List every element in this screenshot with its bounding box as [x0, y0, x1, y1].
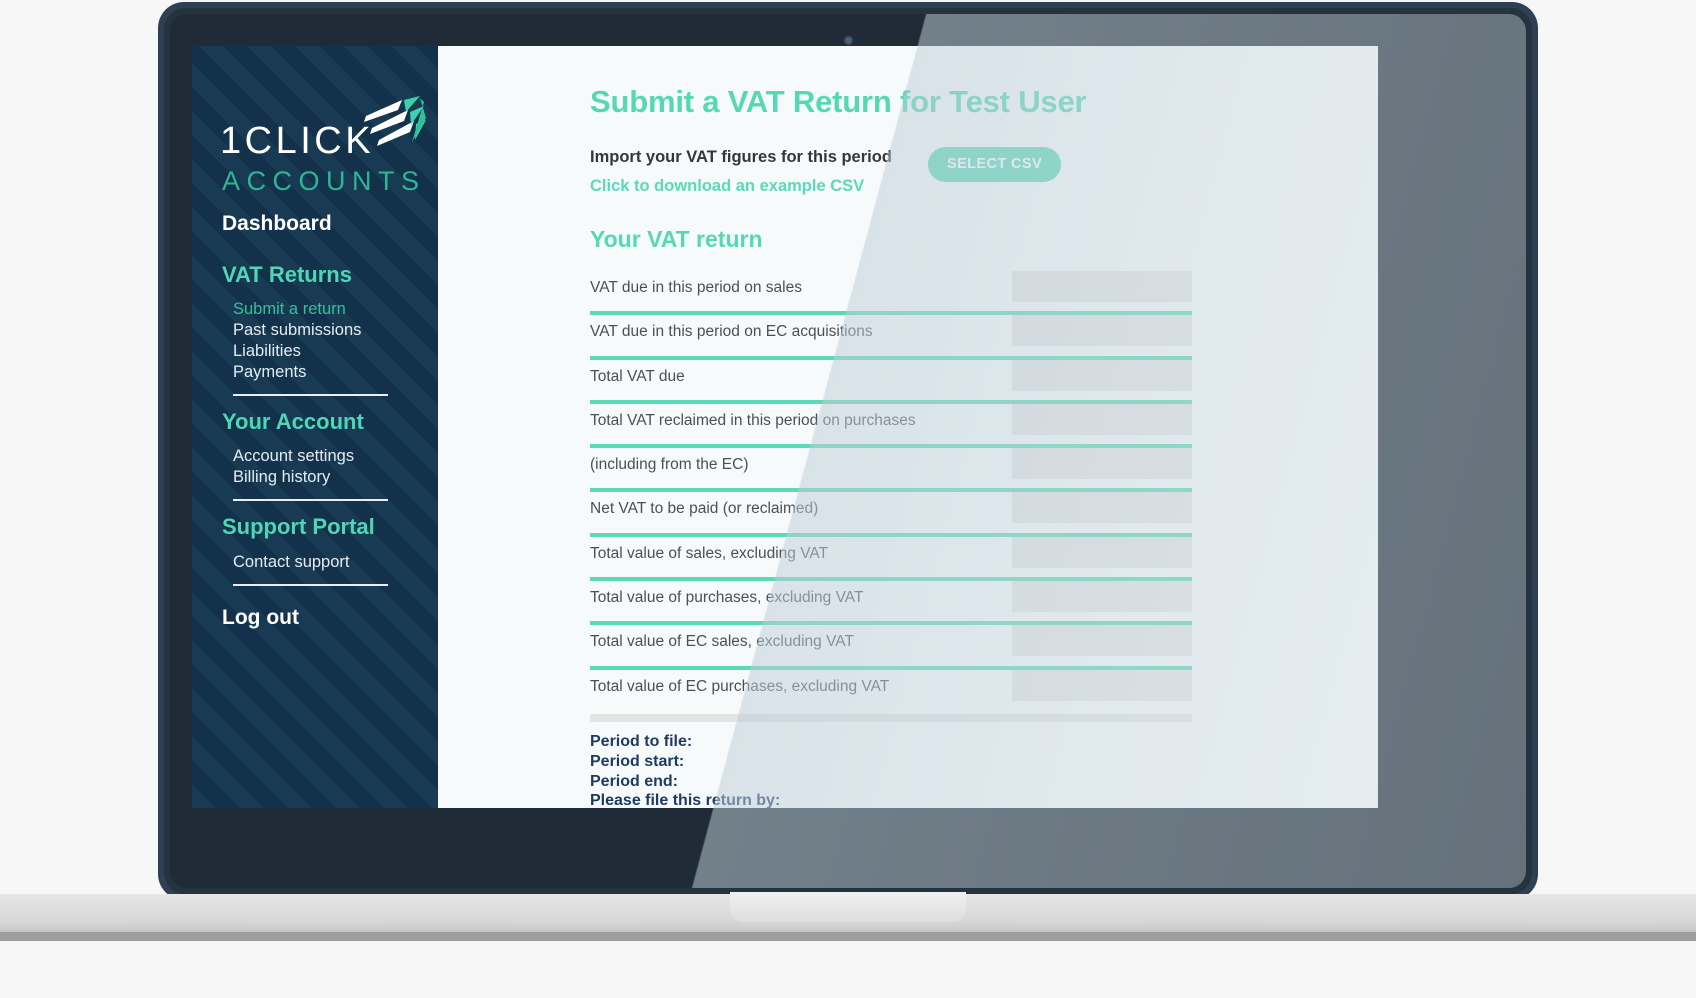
- file-return-by-label: Please file this return by:: [590, 792, 781, 808]
- form-row-label: Total value of sales, excluding VAT: [590, 544, 829, 562]
- section-title-your-vat-return: Your VAT return: [590, 226, 763, 252]
- form-row-label: VAT due in this period on sales: [590, 279, 802, 296]
- form-row: Total value of sales, excluding VAT: [590, 536, 1192, 582]
- form-row-label: (including from the EC): [590, 456, 749, 474]
- form-row-label: VAT due in this period on EC acquisition…: [590, 323, 873, 341]
- logo-subword: ACCOUNTS: [222, 166, 426, 196]
- sidebar-divider: [233, 499, 388, 502]
- logo-wordmark: 1CLICK: [220, 120, 374, 163]
- main-content: Submit a VAT Return for Test User Import…: [438, 46, 1378, 808]
- form-row: Total VAT reclaimed in this period on pu…: [590, 403, 1192, 449]
- sidebar-group-vat-returns: VAT Returns Submit a return Past submiss…: [222, 262, 408, 397]
- sidebar-heading-vat-returns[interactable]: VAT Returns: [222, 262, 408, 287]
- total-vat-due-input[interactable]: [1012, 359, 1192, 391]
- sidebar-divider: [233, 583, 388, 586]
- sidebar-group-your-account: Your Account Account settings Billing hi…: [222, 410, 408, 502]
- sidebar-heading-support-portal[interactable]: Support Portal: [222, 515, 408, 539]
- total-vat-reclaimed-purchases-input[interactable]: [1012, 403, 1192, 435]
- including-from-ec-input[interactable]: [1012, 448, 1192, 480]
- form-row: VAT due in this period on sales: [590, 271, 1192, 316]
- laptop-base: [0, 892, 1696, 954]
- import-instruction-label: Import your VAT figures for this period: [590, 148, 892, 166]
- form-row: VAT due in this period on EC acquisition…: [590, 315, 1192, 360]
- laptop-screen: 1CLICK ACCOUNTS Dashboard VAT Returns Su…: [170, 14, 1526, 888]
- logo-word-2: CLICK: [244, 120, 375, 162]
- period-end-label: Period end:: [590, 772, 679, 790]
- laptop-device: 1CLICK ACCOUNTS Dashboard VAT Returns Su…: [158, 2, 1538, 900]
- laptop-base-slab: [0, 892, 1696, 932]
- form-row-label: Total value of purchases, excluding VAT: [590, 589, 864, 607]
- sidebar-item-liabilities[interactable]: Liabilities: [222, 341, 408, 362]
- sidebar-group-support-portal: Support Portal Contact support: [222, 515, 408, 586]
- form-row: Total value of EC purchases, excluding V…: [590, 669, 1192, 714]
- form-row: Total VAT due: [590, 359, 1192, 404]
- form-row-label: Total value of EC sales, excluding VAT: [590, 633, 854, 651]
- period-start-label: Period start:: [590, 752, 685, 770]
- sidebar-item-dashboard[interactable]: Dashboard: [222, 212, 408, 235]
- form-row: (including from the EC): [590, 448, 1192, 493]
- sidebar-item-contact-support[interactable]: Contact support: [222, 552, 408, 573]
- form-row-label: Total VAT due: [590, 367, 685, 385]
- sidebar-divider: [233, 394, 388, 397]
- total-value-purchases-input[interactable]: [1012, 581, 1192, 613]
- sidebar: 1CLICK ACCOUNTS Dashboard VAT Returns Su…: [192, 46, 438, 808]
- logo-word-1: 1: [220, 120, 245, 162]
- form-row: Net VAT to be paid (or reclaimed): [590, 492, 1192, 537]
- select-csv-button[interactable]: SELECT CSV: [928, 146, 1062, 182]
- sidebar-item-account-settings[interactable]: Account settings: [222, 446, 408, 467]
- vat-return-form: VAT due in this period on sales VAT due …: [590, 271, 1192, 722]
- sidebar-item-past-submissions[interactable]: Past submissions: [222, 320, 408, 341]
- form-row: Total value of EC sales, excluding VAT: [590, 625, 1192, 670]
- form-row-label: Net VAT to be paid (or reclaimed): [590, 500, 819, 518]
- sidebar-heading-your-account[interactable]: Your Account: [222, 410, 408, 434]
- total-value-ec-sales-input[interactable]: [1012, 625, 1192, 657]
- page-title: Submit a VAT Return for Test User: [590, 84, 1087, 119]
- app-viewport: 1CLICK ACCOUNTS Dashboard VAT Returns Su…: [192, 46, 1378, 808]
- brand-logo[interactable]: 1CLICK ACCOUNTS: [192, 84, 438, 212]
- form-row: Total value of purchases, excluding VAT: [590, 581, 1192, 626]
- vat-due-sales-input[interactable]: [1012, 271, 1192, 302]
- total-value-ec-purchases-input[interactable]: [1012, 669, 1192, 701]
- sidebar-item-billing-history[interactable]: Billing history: [222, 467, 408, 488]
- webcam-dot-icon: [844, 36, 853, 45]
- form-row-label: Total VAT reclaimed in this period on pu…: [590, 411, 916, 429]
- period-to-file-label: Period to file:: [590, 732, 693, 750]
- vat-due-ec-acquisitions-input[interactable]: [1012, 315, 1192, 347]
- sidebar-item-log-out[interactable]: Log out: [222, 606, 408, 629]
- net-vat-to-be-paid-input[interactable]: [1012, 492, 1192, 524]
- period-details: Period to file: Period start: Period end…: [590, 732, 1378, 808]
- laptop-base-notch: [730, 892, 966, 922]
- total-value-sales-input[interactable]: [1012, 536, 1192, 568]
- laptop-base-edge: [0, 932, 1696, 941]
- sidebar-item-payments[interactable]: Payments: [222, 362, 408, 383]
- form-row-label: Total value of EC purchases, excluding V…: [590, 677, 890, 695]
- import-section: Import your VAT figures for this period …: [590, 146, 1378, 196]
- form-bottom-divider: [590, 713, 1192, 722]
- sidebar-item-submit-a-return[interactable]: Submit a return: [222, 299, 408, 320]
- download-example-csv-link[interactable]: Click to download an example CSV: [590, 177, 926, 196]
